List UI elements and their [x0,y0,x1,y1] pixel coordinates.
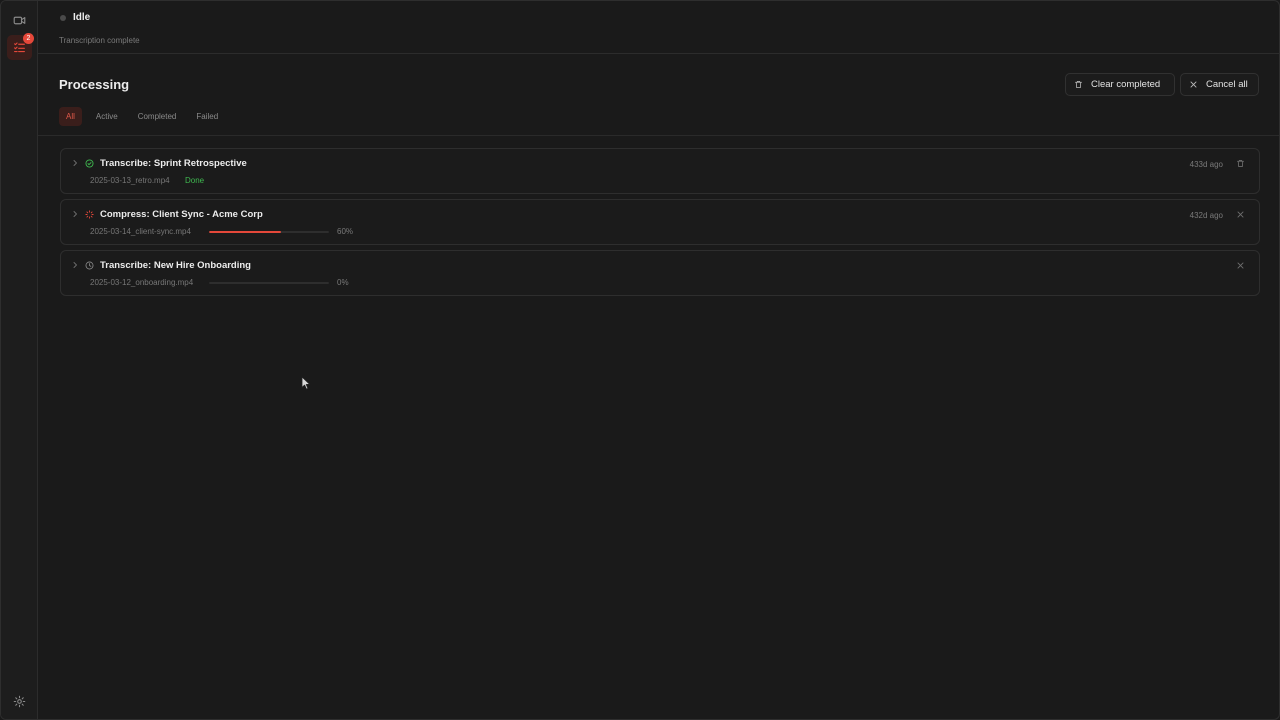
tab-completed[interactable]: Completed [132,107,183,126]
filter-tabs: All Active Completed Failed [59,107,232,126]
job-progress-fill [209,231,281,233]
list-checks-icon [14,42,25,53]
cancel-all-label: Cancel all [1206,79,1248,90]
clock-icon [85,261,94,270]
check-circle-icon [85,159,94,168]
sidebar-settings-button[interactable] [7,689,32,714]
job-progress-percent: 60% [337,227,354,236]
clear-completed-button[interactable]: Clear completed [1065,73,1175,96]
status-bar: Idle Transcription complete [38,1,1279,54]
job-progress-percent: 0% [337,278,349,287]
status-subtitle: Transcription complete [59,36,140,45]
job-filename: 2025-03-13_retro.mp4 [90,176,170,185]
chevron-right-icon[interactable] [71,261,79,269]
tab-all[interactable]: All [59,107,82,126]
sidebar: 2 [1,1,38,719]
job-time: 432d ago [1189,211,1223,220]
job-card[interactable]: Compress: Client Sync - Acme Corp 2025-0… [60,199,1260,245]
job-progress-bar [209,282,329,284]
trash-icon [1075,81,1082,88]
job-status-label: Done [185,176,205,185]
job-time: 433d ago [1189,160,1223,169]
mouse-cursor-icon [301,376,311,390]
job-card[interactable]: Transcribe: Sprint Retrospective 2025-03… [60,148,1260,194]
sidebar-record-button[interactable] [7,8,32,33]
app-window: 2 Idle Transcription complete Processing… [0,0,1280,720]
clear-completed-label: Clear completed [1091,79,1161,90]
page-title: Processing [59,77,130,92]
job-title: Transcribe: New Hire Onboarding [100,260,251,271]
tabs-divider [38,135,1279,136]
cancel-all-button[interactable]: Cancel all [1180,73,1259,96]
tab-active[interactable]: Active [90,107,124,126]
close-icon [1190,81,1197,88]
video-camera-icon [13,16,26,25]
job-filename: 2025-03-14_client-sync.mp4 [90,227,191,236]
job-title: Transcribe: Sprint Retrospective [100,158,247,169]
close-icon[interactable] [1236,210,1245,219]
queue-count-badge: 2 [23,33,34,44]
gear-icon [13,695,26,708]
sidebar-queue-button[interactable]: 2 [7,33,34,60]
status-indicator-dot [60,15,66,21]
status-title: Idle [73,12,91,23]
chevron-right-icon[interactable] [71,210,79,218]
tab-failed[interactable]: Failed [190,107,224,126]
job-filename: 2025-03-12_onboarding.mp4 [90,278,194,287]
job-card[interactable]: Transcribe: New Hire Onboarding 2025-03-… [60,250,1260,296]
spinner-icon [85,210,94,219]
trash-icon[interactable] [1236,159,1245,168]
chevron-right-icon[interactable] [71,159,79,167]
job-progress-bar [209,231,329,233]
job-title: Compress: Client Sync - Acme Corp [100,209,263,220]
close-icon[interactable] [1236,261,1245,270]
